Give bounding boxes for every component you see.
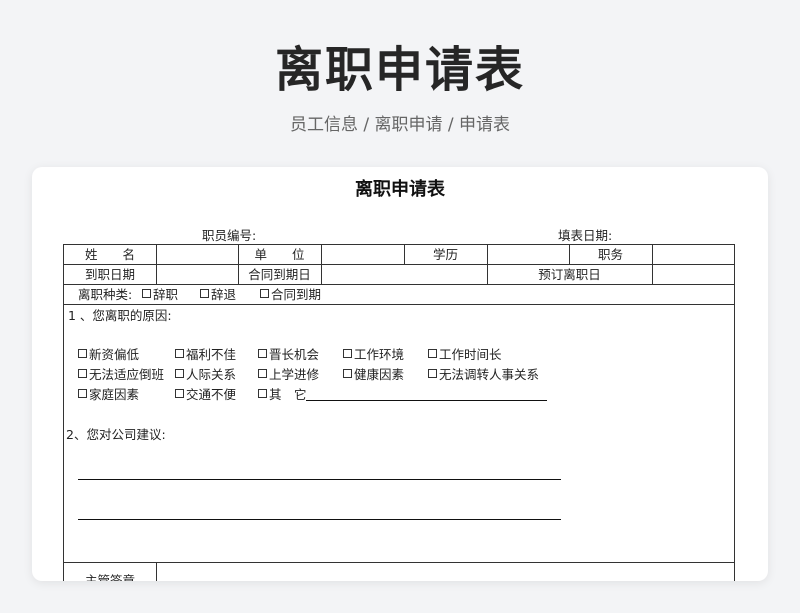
- reason-option[interactable]: 人际关系: [175, 366, 236, 384]
- checkbox-icon: [260, 289, 269, 298]
- supervisor-sign-label: 主管签章: [84, 573, 135, 581]
- reason-option[interactable]: 福利不佳: [175, 346, 236, 364]
- contract-end-header: 合同到期日: [248, 267, 311, 282]
- reason-option[interactable]: 健康因素: [343, 366, 404, 384]
- page-title: 离职申请表: [274, 42, 525, 98]
- checkbox-icon: [343, 349, 352, 358]
- reason-option[interactable]: 家庭因素: [78, 386, 139, 404]
- leave-type-label: 离职种类:: [78, 287, 133, 302]
- planned-leave-header: 预订离职日: [538, 267, 601, 282]
- checkbox-icon: [258, 389, 267, 398]
- checkbox-icon: [142, 289, 151, 298]
- reason-option[interactable]: 无法适应倒班: [78, 366, 164, 384]
- suggestion-heading: 2、您对公司建议:: [66, 427, 166, 442]
- reasons-heading: 1 、您离职的原因:: [68, 308, 172, 323]
- reason-option[interactable]: 工作环境: [343, 346, 404, 364]
- reason-option[interactable]: 晋长机会: [258, 346, 319, 364]
- reason-option[interactable]: 交通不便: [175, 386, 236, 404]
- reason-option[interactable]: 无法调转人事关系: [428, 366, 539, 384]
- unit-header: 单 位: [254, 247, 305, 262]
- reason-option[interactable]: 工作时间长: [428, 346, 502, 364]
- breadcrumb: 员工信息 / 离职申请 / 申请表: [289, 115, 511, 135]
- suggestion-line[interactable]: [78, 519, 561, 520]
- checkbox-icon: [258, 369, 267, 378]
- checkbox-icon: [343, 369, 352, 378]
- join-date-header: 到职日期: [84, 267, 135, 282]
- checkbox-icon: [258, 349, 267, 358]
- suggestion-line[interactable]: [78, 479, 561, 480]
- fill-date-line: [616, 230, 731, 245]
- checkbox-icon: [78, 389, 87, 398]
- leave-type-option[interactable]: 合同到期: [260, 286, 321, 304]
- form-table: 姓 名 单 位 学历 职务 到职日期 合同到期日 预订离职日 离职种类: 辞职 …: [63, 244, 735, 581]
- document-card: 离职申请表 职员编号: 填表日期: 姓 名 单 位 学历 职务 到职日期 合同到…: [32, 167, 768, 581]
- position-header: 职务: [597, 247, 623, 262]
- checkbox-icon: [200, 289, 209, 298]
- checkbox-icon: [175, 389, 184, 398]
- education-header: 学历: [432, 247, 458, 262]
- checkbox-icon: [78, 369, 87, 378]
- other-reason-line[interactable]: [306, 400, 547, 401]
- fill-date-field: 填表日期:: [558, 227, 731, 245]
- checkbox-icon: [428, 349, 437, 358]
- checkbox-icon: [78, 349, 87, 358]
- checkbox-icon: [175, 369, 184, 378]
- checkbox-icon: [175, 349, 184, 358]
- leave-type-option[interactable]: 辞职: [142, 286, 178, 304]
- employee-no-label: 职员编号:: [202, 228, 257, 243]
- reason-option[interactable]: 上学进修: [258, 366, 319, 384]
- checkbox-icon: [428, 369, 437, 378]
- fill-date-label: 填表日期:: [558, 228, 613, 243]
- leave-type-option[interactable]: 辞退: [200, 286, 236, 304]
- document-title: 离职申请表: [355, 179, 445, 200]
- name-header: 姓 名: [84, 247, 135, 262]
- reason-option-other[interactable]: 其 它: [258, 386, 307, 404]
- reason-option[interactable]: 新资偏低: [78, 346, 139, 364]
